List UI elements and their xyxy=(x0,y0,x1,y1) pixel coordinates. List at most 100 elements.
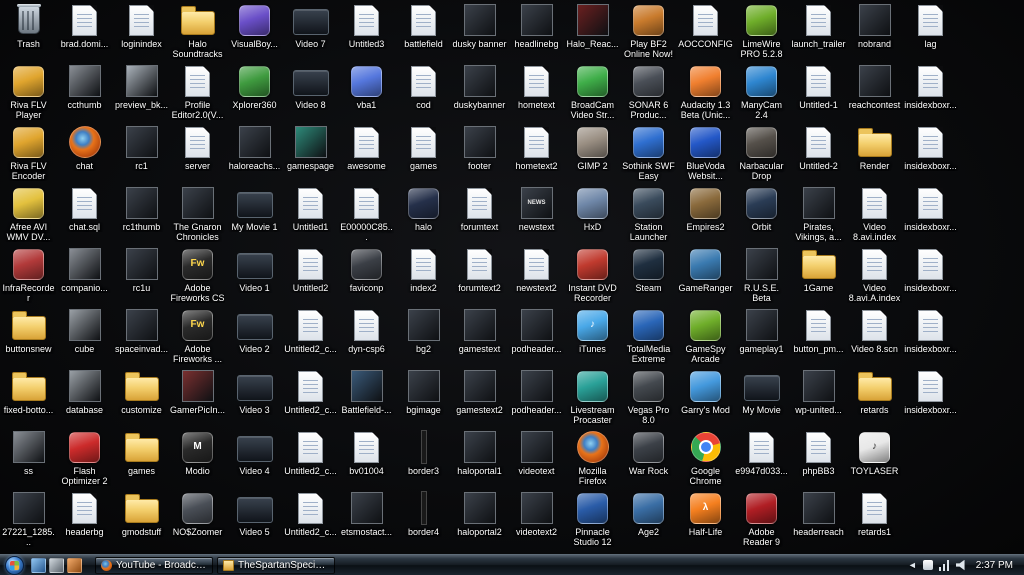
desktop-icon[interactable]: Video 7 xyxy=(283,2,338,49)
desktop-icon[interactable]: podheader... xyxy=(509,307,564,354)
desktop-icon[interactable]: insidexboxr... xyxy=(903,246,958,293)
start-button[interactable] xyxy=(5,556,24,575)
desktop-icon[interactable]: hometext xyxy=(509,63,564,110)
desktop-icon[interactable]: forumtext xyxy=(452,185,507,232)
desktop-icon[interactable]: dusky banner xyxy=(452,2,507,49)
desktop-icon[interactable]: Video 3 xyxy=(227,368,282,415)
desktop-icon[interactable]: Garry's Mod xyxy=(678,368,733,415)
desktop-icon[interactable]: Untitled-2 xyxy=(791,124,846,171)
desktop-icon[interactable]: LimeWire PRO 5.2.8 xyxy=(734,2,789,59)
desktop-icon[interactable]: Video 5 xyxy=(227,490,282,537)
desktop-icon[interactable]: SONAR 6 Produc... xyxy=(621,63,676,120)
desktop-icon[interactable]: insidexboxr... xyxy=(903,185,958,232)
desktop-icon[interactable]: Narbacular Drop xyxy=(734,124,789,181)
desktop-icon[interactable]: Halo Soundtracks xyxy=(170,2,225,59)
desktop-icon[interactable]: chat xyxy=(57,124,112,171)
desktop-icon[interactable]: gamestext xyxy=(452,307,507,354)
desktop-icon[interactable]: haloportal1 xyxy=(452,429,507,476)
desktop-icon[interactable]: gamestext2 xyxy=(452,368,507,415)
desktop-icon[interactable]: Livestream Procaster xyxy=(565,368,620,425)
desktop-icon[interactable]: database xyxy=(57,368,112,415)
desktop-icon[interactable]: My Movie xyxy=(734,368,789,415)
desktop-icon[interactable]: insidexboxr... xyxy=(903,368,958,415)
desktop-icon[interactable]: footer xyxy=(452,124,507,171)
taskbar-window-spartan-folder[interactable]: TheSpartanSpecialO... xyxy=(217,557,335,574)
desktop-icon[interactable]: etsmostact... xyxy=(339,490,394,537)
quick-launch-icon-1[interactable] xyxy=(31,558,46,573)
desktop-icon[interactable]: bv01004 xyxy=(339,429,394,476)
desktop-icon[interactable]: Xplorer360 xyxy=(227,63,282,110)
desktop-icon[interactable]: rc1u xyxy=(114,246,169,293)
desktop-icon[interactable]: awesome xyxy=(339,124,394,171)
desktop-icon[interactable]: gameplay1 xyxy=(734,307,789,354)
desktop-icon[interactable]: Video 8.avi.A.index xyxy=(847,246,902,303)
desktop-icon[interactable]: Video 8.scn xyxy=(847,307,902,354)
desktop-icon[interactable]: e9947d033... xyxy=(734,429,789,476)
desktop-icon[interactable]: Steam xyxy=(621,246,676,293)
desktop-icon[interactable]: podheader... xyxy=(509,368,564,415)
desktop-icon[interactable]: Video 2 xyxy=(227,307,282,354)
desktop-icon[interactable]: Trash xyxy=(1,2,56,49)
desktop-icon[interactable]: NEWSnewstext xyxy=(509,185,564,232)
desktop-icon[interactable]: Untitled2_c... xyxy=(283,307,338,354)
desktop-icon[interactable]: cod xyxy=(396,63,451,110)
desktop-icon[interactable]: 27221_1285... xyxy=(1,490,56,547)
desktop-icon[interactable]: videotext2 xyxy=(509,490,564,537)
desktop-icon[interactable]: Render xyxy=(847,124,902,171)
desktop-icon[interactable]: fixed-botto... xyxy=(1,368,56,415)
desktop-icon[interactable]: headerbg xyxy=(57,490,112,537)
desktop-icon[interactable]: MModio xyxy=(170,429,225,476)
desktop-icon[interactable]: Profile Editor2.0(V... xyxy=(170,63,225,120)
desktop-icon[interactable]: Mozilla Firefox xyxy=(565,429,620,486)
desktop-icon[interactable]: Age2 xyxy=(621,490,676,537)
desktop-icon[interactable]: Untitled-1 xyxy=(791,63,846,110)
desktop[interactable]: Trashbrad.domi...loginindexHalo Soundtra… xyxy=(0,0,1024,554)
desktop-icon[interactable]: headerreach xyxy=(791,490,846,537)
desktop-icon[interactable]: wp-united... xyxy=(791,368,846,415)
desktop-icon[interactable]: GameSpy Arcade xyxy=(678,307,733,364)
desktop-icon[interactable]: Google Chrome xyxy=(678,429,733,486)
desktop-icon[interactable]: Station Launcher xyxy=(621,185,676,242)
quick-launch-icon-3[interactable] xyxy=(67,558,82,573)
desktop-icon[interactable]: forumtext2 xyxy=(452,246,507,293)
desktop-icon[interactable]: Flash Optimizer 2 xyxy=(57,429,112,486)
desktop-icon[interactable]: E00000C85... xyxy=(339,185,394,242)
desktop-icon[interactable]: TotalMedia Extreme xyxy=(621,307,676,364)
desktop-icon[interactable]: Untitled3 xyxy=(339,2,394,49)
desktop-icon[interactable]: button_pm... xyxy=(791,307,846,354)
desktop-icon[interactable]: The Gnaron Chronicles xyxy=(170,185,225,242)
desktop-icon[interactable]: ♪iTunes xyxy=(565,307,620,354)
desktop-icon[interactable]: customize xyxy=(114,368,169,415)
desktop-icon[interactable]: haloreachs... xyxy=(227,124,282,171)
desktop-icon[interactable]: lag xyxy=(903,2,958,49)
desktop-icon[interactable]: Pinnacle Studio 12 xyxy=(565,490,620,547)
desktop-icon[interactable]: GamerPicIn... xyxy=(170,368,225,415)
desktop-icon[interactable]: gmodstuff xyxy=(114,490,169,537)
desktop-icon[interactable]: newstext2 xyxy=(509,246,564,293)
desktop-icon[interactable]: Play BF2 Online Now! xyxy=(621,2,676,59)
desktop-icon[interactable]: Orbit xyxy=(734,185,789,232)
desktop-icon[interactable]: spaceinvad... xyxy=(114,307,169,354)
desktop-icon[interactable]: InfraRecorder xyxy=(1,246,56,303)
desktop-icon[interactable]: VisualBoy... xyxy=(227,2,282,49)
desktop-icon[interactable]: R.U.S.E. Beta xyxy=(734,246,789,303)
desktop-icon[interactable]: companio... xyxy=(57,246,112,293)
desktop-icon[interactable]: Riva FLV Encoder xyxy=(1,124,56,181)
desktop-icon[interactable]: Untitled2 xyxy=(283,246,338,293)
desktop-icon[interactable]: hometext2 xyxy=(509,124,564,171)
desktop-icon[interactable]: Afree AVI WMV DV... xyxy=(1,185,56,242)
desktop-icon[interactable]: duskybanner xyxy=(452,63,507,110)
desktop-icon[interactable]: games xyxy=(114,429,169,476)
desktop-icon[interactable]: chat.sql xyxy=(57,185,112,232)
clock[interactable]: 2:37 PM xyxy=(976,560,1013,571)
desktop-icon[interactable]: Audacity 1.3 Beta (Unic... xyxy=(678,63,733,120)
desktop-icon[interactable]: Untitled2_c... xyxy=(283,368,338,415)
desktop-icon[interactable]: border4 xyxy=(396,490,451,537)
desktop-icon[interactable]: rc1thumb xyxy=(114,185,169,232)
desktop-icon[interactable]: cube xyxy=(57,307,112,354)
desktop-icon[interactable]: launch_trailer xyxy=(791,2,846,49)
taskbar-window-youtube[interactable]: YouTube - Broadcas... xyxy=(95,557,213,574)
desktop-icon[interactable]: NO$Zoomer xyxy=(170,490,225,537)
quick-launch-icon-2[interactable] xyxy=(49,558,64,573)
desktop-icon[interactable]: brad.domi... xyxy=(57,2,112,49)
